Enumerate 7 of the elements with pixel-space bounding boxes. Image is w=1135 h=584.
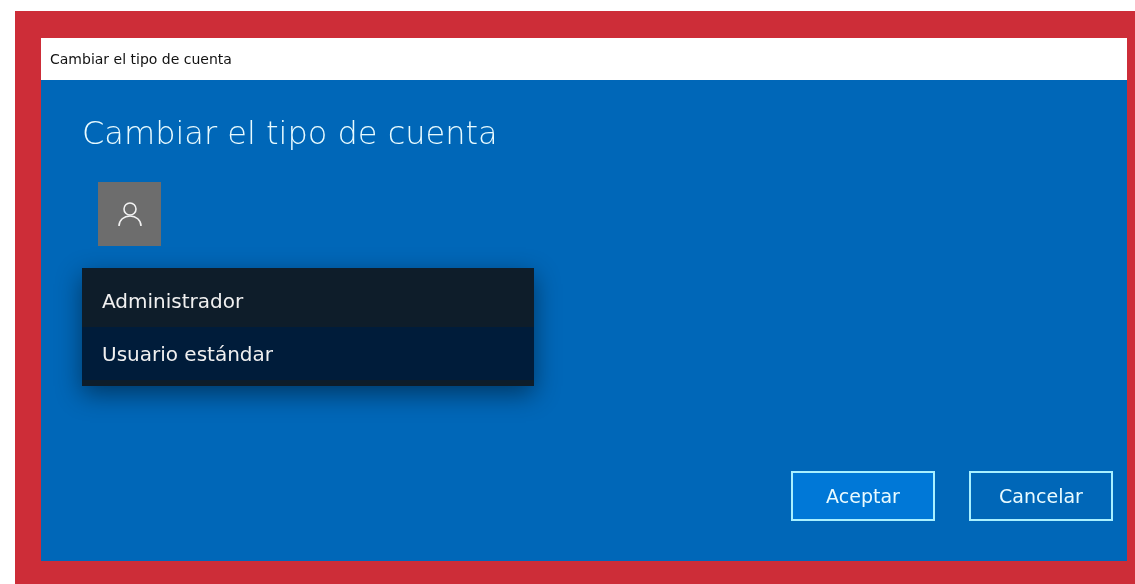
window-title: Cambiar el tipo de cuenta bbox=[50, 49, 232, 69]
page-heading: Cambiar el tipo de cuenta bbox=[82, 114, 499, 153]
menu-item[interactable]: Usuario estándar bbox=[82, 327, 534, 381]
cancel-button[interactable]: Cancelar bbox=[969, 471, 1113, 521]
accept-button[interactable]: Aceptar bbox=[791, 471, 935, 521]
menu-item[interactable]: Administrador bbox=[82, 274, 534, 328]
person-icon bbox=[117, 201, 142, 228]
